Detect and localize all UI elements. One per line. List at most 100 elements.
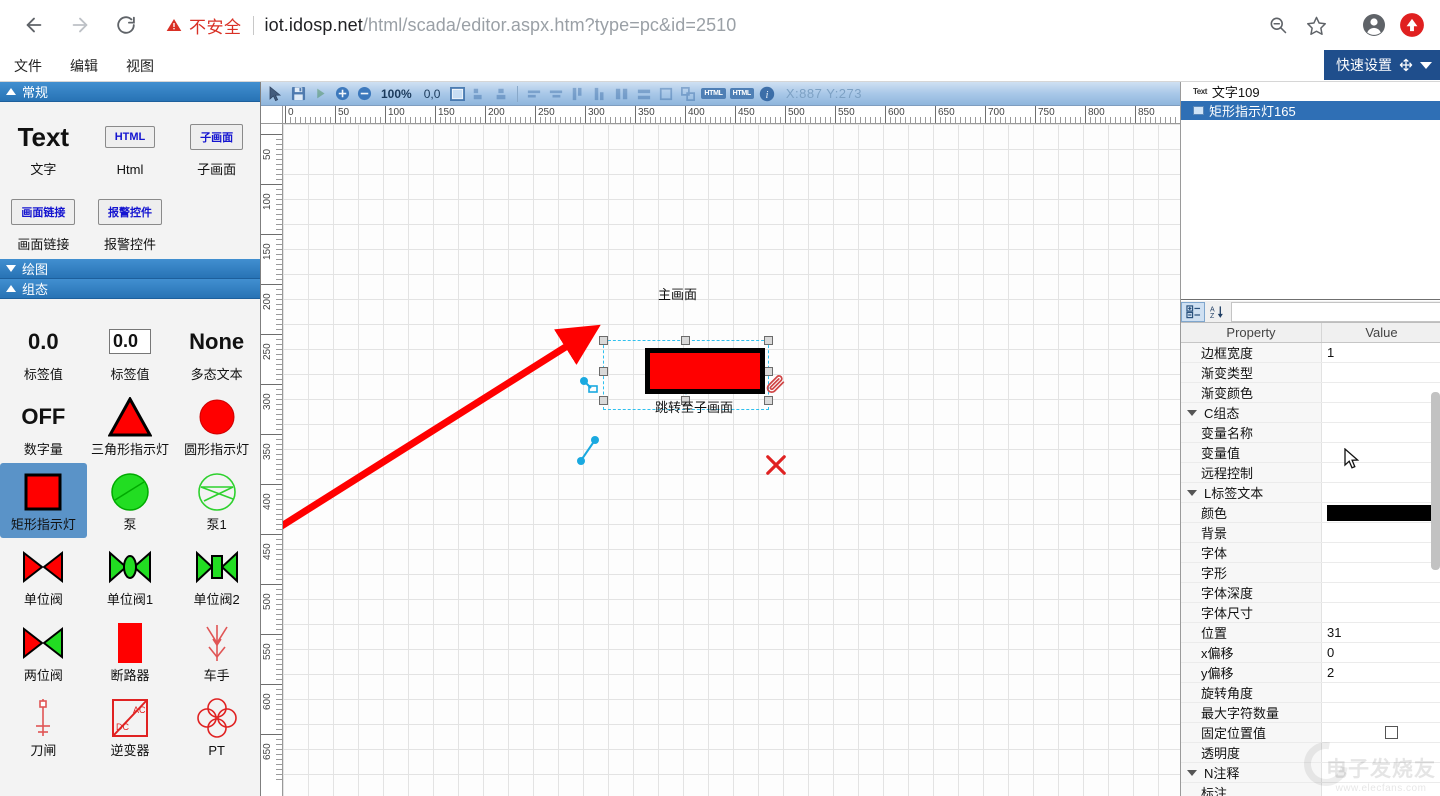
same-width-icon[interactable] — [613, 85, 631, 103]
back-arrow-icon[interactable] — [14, 5, 54, 45]
property-row[interactable]: y偏移2 — [1181, 663, 1440, 683]
html-export-icon-1[interactable]: HTML — [701, 88, 725, 99]
property-row[interactable]: 字形 — [1181, 563, 1440, 583]
property-row[interactable]: 渐变颜色 — [1181, 383, 1440, 403]
zoom-out-icon[interactable] — [1260, 7, 1296, 43]
palette-item-pt[interactable]: PT — [173, 689, 260, 764]
property-value[interactable] — [1322, 523, 1440, 542]
palette-group-header-general[interactable]: 常规 — [0, 82, 260, 102]
property-row[interactable]: 固定位置值 — [1181, 723, 1440, 743]
palette-item-tag-value[interactable]: 0.0 标签值 — [0, 313, 87, 388]
property-row[interactable]: 渐变类型 — [1181, 363, 1440, 383]
property-value[interactable] — [1322, 703, 1440, 722]
palette-item-subscreen[interactable]: 子画面 子画面 — [173, 108, 260, 183]
menu-item-edit[interactable]: 编辑 — [56, 51, 112, 81]
quick-settings-button[interactable]: 快速设置 — [1324, 50, 1440, 80]
property-value[interactable] — [1322, 403, 1440, 422]
palette-item-multistate-text[interactable]: None 多态文本 — [173, 313, 260, 388]
zoom-out-icon[interactable] — [355, 85, 373, 103]
property-value[interactable]: 2 — [1322, 663, 1440, 682]
palette-item-two-pos-valve[interactable]: 两位阀 — [0, 614, 87, 689]
palette-item-valve[interactable]: 单位阀 — [0, 538, 87, 613]
property-row[interactable]: 边框宽度1 — [1181, 343, 1440, 363]
property-row[interactable]: 字体 — [1181, 543, 1440, 563]
anchor-line-icon[interactable] — [577, 436, 601, 466]
property-row[interactable]: 字体尺寸 — [1181, 603, 1440, 623]
property-value[interactable] — [1322, 783, 1440, 796]
property-row[interactable]: x偏移0 — [1181, 643, 1440, 663]
resize-handle-e[interactable] — [764, 367, 773, 376]
triangle-down-icon[interactable] — [1187, 410, 1197, 416]
sort-alphabetical-icon[interactable]: AZ — [1205, 302, 1229, 322]
resize-handle-w[interactable] — [599, 367, 608, 376]
property-value[interactable] — [1322, 503, 1440, 522]
property-row[interactable]: 位置31 — [1181, 623, 1440, 643]
palette-group-header-scada[interactable]: 组态 — [0, 279, 260, 299]
star-icon[interactable] — [1298, 7, 1334, 43]
menu-item-file[interactable]: 文件 — [0, 51, 56, 81]
forward-arrow-icon[interactable] — [60, 5, 100, 45]
palette-item-html[interactable]: HTML Html — [87, 108, 174, 183]
property-row[interactable]: 颜色 — [1181, 503, 1440, 523]
property-value[interactable] — [1322, 363, 1440, 382]
design-canvas[interactable]: 主画面 — [283, 124, 1180, 796]
resize-handle-n[interactable] — [681, 336, 690, 345]
save-icon[interactable] — [289, 85, 307, 103]
play-icon[interactable] — [311, 85, 329, 103]
palette-group-header-drawing[interactable]: 绘图 — [0, 259, 260, 279]
property-row[interactable]: 远程控制 — [1181, 463, 1440, 483]
resize-handle-se[interactable] — [764, 396, 773, 405]
group-icon[interactable] — [657, 85, 675, 103]
resize-handle-sw[interactable] — [599, 396, 608, 405]
property-value[interactable]: 31 — [1322, 623, 1440, 642]
close-x-icon[interactable] — [765, 454, 787, 476]
property-row[interactable]: 标注 — [1181, 783, 1440, 796]
align-left-icon[interactable] — [470, 85, 488, 103]
color-swatch[interactable] — [1327, 505, 1440, 521]
property-row[interactable]: L标签文本 — [1181, 483, 1440, 503]
palette-item-knife-switch[interactable]: 刀闸 — [0, 689, 87, 764]
rect-indicator-object[interactable] — [645, 348, 765, 394]
property-row[interactable]: 变量名称 — [1181, 423, 1440, 443]
tree-item-rect165[interactable]: 矩形指示灯165 — [1181, 101, 1440, 120]
palette-item-valve1[interactable]: 单位阀1 — [87, 538, 174, 613]
tree-item-text109[interactable]: Text 文字109 — [1181, 82, 1440, 101]
palette-item-circle-lamp[interactable]: 圆形指示灯 — [173, 388, 260, 463]
property-row[interactable]: 最大字符数量 — [1181, 703, 1440, 723]
property-value[interactable] — [1322, 563, 1440, 582]
palette-item-inverter[interactable]: ACDC 逆变器 — [87, 689, 174, 764]
anchor-handle-icon[interactable] — [579, 376, 601, 398]
property-row[interactable]: 字体深度 — [1181, 583, 1440, 603]
palette-item-rect-lamp[interactable]: 矩形指示灯 — [0, 463, 87, 538]
property-value[interactable] — [1322, 463, 1440, 482]
property-value[interactable] — [1322, 443, 1440, 462]
categorize-icon[interactable] — [1181, 302, 1205, 322]
zoom-in-icon[interactable] — [333, 85, 351, 103]
property-row[interactable]: 旋转角度 — [1181, 683, 1440, 703]
ungroup-icon[interactable] — [679, 85, 697, 103]
resize-handle-nw[interactable] — [599, 336, 608, 345]
palette-item-text[interactable]: Text 文字 — [0, 108, 87, 183]
align-top-icon[interactable] — [569, 85, 587, 103]
canvas-frame-icon[interactable] — [448, 85, 466, 103]
property-value[interactable] — [1322, 603, 1440, 622]
palette-item-breaker[interactable]: 断路器 — [87, 614, 174, 689]
profile-avatar-icon[interactable] — [1356, 7, 1392, 43]
property-value[interactable]: 0 — [1322, 643, 1440, 662]
palette-item-pump1[interactable]: 泵1 — [173, 463, 260, 538]
chevron-down-icon[interactable] — [1420, 62, 1432, 69]
palette-item-digital[interactable]: OFF 数字量 — [0, 388, 87, 463]
pointer-icon[interactable] — [267, 85, 285, 103]
palette-item-pump[interactable]: 泵 — [87, 463, 174, 538]
html-export-icon-2[interactable]: HTML — [730, 88, 754, 99]
align-bottom-icon[interactable] — [591, 85, 609, 103]
palette-item-tag-value-input[interactable]: 0.0 标签值 — [87, 313, 174, 388]
reload-icon[interactable] — [106, 5, 146, 45]
property-filter-input[interactable] — [1231, 302, 1440, 322]
palette-item-antenna[interactable]: 车手 — [173, 614, 260, 689]
property-grid-scrollbar[interactable] — [1431, 392, 1440, 570]
property-row[interactable]: 背景 — [1181, 523, 1440, 543]
palette-item-valve2[interactable]: 单位阀2 — [173, 538, 260, 613]
property-value[interactable] — [1322, 423, 1440, 442]
palette-item-alarm-widget[interactable]: 报警控件 报警控件 — [87, 183, 174, 258]
